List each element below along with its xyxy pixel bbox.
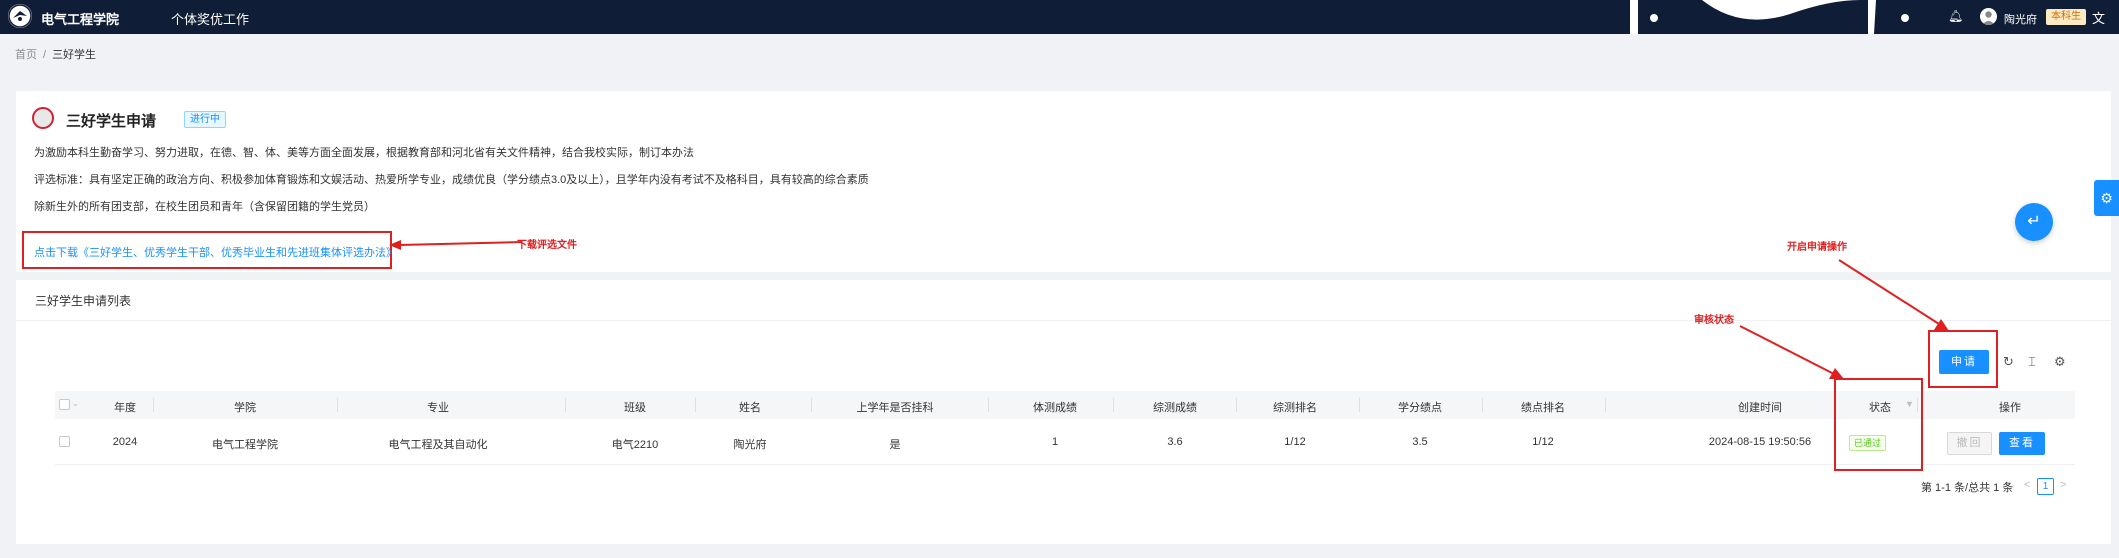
page-title: 三好学生申请 (66, 113, 157, 130)
column-header: 学院 (234, 402, 256, 414)
annotation-download: 下载评选文件 (517, 240, 577, 251)
view-button[interactable]: 查看 (1999, 432, 2045, 455)
prev-page-icon[interactable]: < (2024, 479, 2030, 491)
column-header: 学分绩点 (1398, 402, 1442, 414)
revoke-button[interactable]: 撤回 (1947, 432, 1992, 455)
cell-class: 电气2210 (611, 439, 659, 451)
column-header: 班级 (624, 402, 646, 414)
bell-icon[interactable]: 🔔︎ (1948, 9, 1963, 23)
annotation-arrow (1739, 325, 1844, 379)
status-badge: 进行中 (184, 111, 226, 128)
annotation-arrow (1838, 259, 1949, 331)
cell-created-time: 2024-08-15 19:50:56 (1708, 436, 1812, 448)
column-separator (565, 398, 566, 412)
description-criteria: 评选标准：具有坚定正确的政治方向、积极参加体育锻炼和文娱活动、热爱所学专业，成绩… (34, 174, 869, 186)
top-navbar: 电气工程学院 个体奖优工作 🔔︎ 陶光府 本科生 文 (0, 0, 2119, 34)
breadcrumb-home[interactable]: 首页 (15, 49, 37, 61)
column-separator (811, 398, 812, 412)
column-separator (1359, 398, 1360, 412)
column-separator (695, 398, 696, 412)
role-badge: 本科生 (2046, 9, 2086, 25)
cell-failed: 是 (889, 439, 901, 451)
download-document-link[interactable]: 点击下载《三好学生、优秀学生干部、优秀毕业生和先进班集体评选办法》 (34, 244, 397, 260)
column-separator (1605, 398, 1606, 412)
column-header: 上学年是否挂科 (856, 402, 934, 414)
cell-pe-score: 1 (1051, 436, 1059, 448)
brand-name: 电气工程学院 (41, 12, 120, 27)
description-scope: 除新生外的所有团支部，在校生团员和青年（含保留团籍的学生党员） (34, 201, 375, 213)
school-badge-icon (32, 107, 54, 129)
annotation-status: 审核状态 (1694, 315, 1734, 326)
settings-icon[interactable]: ⚙ (2094, 180, 2119, 216)
cell-comp-rank: 1/12 (1284, 436, 1306, 448)
column-height-icon[interactable]: ⌶ (2028, 354, 2036, 370)
column-separator (988, 398, 989, 412)
column-separator (1113, 398, 1114, 412)
breadcrumb-separator: / (43, 49, 47, 61)
column-header: 体测成绩 (1033, 402, 1077, 414)
column-header: 创建时间 (1738, 402, 1782, 414)
column-separator (1482, 398, 1483, 412)
select-all-checkbox[interactable] (59, 399, 70, 410)
divider (16, 320, 2111, 321)
breadcrumb-current: 三好学生 (52, 49, 97, 61)
column-header: 综测排名 (1273, 402, 1317, 414)
chevron-down-icon[interactable]: ⌄ (72, 399, 79, 408)
user-name[interactable]: 陶光府 (2004, 11, 2037, 27)
cell-gpa-rank: 1/12 (1532, 436, 1554, 448)
column-separator (337, 398, 338, 412)
header-decoration (1630, 0, 1930, 34)
refresh-icon[interactable]: ↻ (2003, 354, 2014, 370)
page-number[interactable]: 1 (2037, 478, 2054, 495)
cell-major: 电气工程及其自动化 (388, 439, 488, 451)
column-header: 绩点排名 (1521, 402, 1565, 414)
description-purpose: 为激励本科生勤奋学习、努力进取，在德、智、体、美等方面全面发展，根据教育部和河北… (34, 147, 694, 159)
column-header: 操作 (1999, 402, 2021, 414)
college-logo-icon (8, 4, 32, 28)
annotation-arrow (389, 240, 523, 250)
status-highlight-box (1834, 378, 1923, 471)
column-header: 综测成绩 (1153, 402, 1197, 414)
avatar[interactable] (1980, 8, 1997, 25)
column-separator (1236, 398, 1237, 412)
column-header: 专业 (427, 402, 449, 414)
column-header: 姓名 (739, 402, 761, 414)
next-page-icon[interactable]: > (2060, 479, 2066, 491)
float-action-icon[interactable]: ↵ (2015, 203, 2053, 241)
table-header: ⌄ 年度 学院 专业 班级 姓名 上学年是否挂科 体测成绩 综测成绩 综测排名 … (55, 391, 2075, 419)
pagination-summary: 第 1-1 条/总共 1 条 (1921, 482, 2014, 494)
row-checkbox[interactable] (59, 436, 70, 447)
apply-button[interactable]: 申请 (1939, 350, 1989, 374)
cell-comp-score: 3.6 (1167, 436, 1183, 448)
settings-icon[interactable]: ⚙ (2054, 354, 2066, 370)
table-row[interactable]: 2024 电气工程学院 电气工程及其自动化 电气2210 陶光府 是 1 3.6… (55, 419, 2075, 465)
breadcrumb: 首页 / 三好学生 (15, 46, 96, 62)
translate-icon[interactable]: 文 (2092, 8, 2105, 27)
column-header: 年度 (114, 402, 136, 414)
annotation-apply: 开启申请操作 (1787, 242, 1847, 253)
cell-college: 电气工程学院 (212, 439, 278, 451)
column-separator (153, 398, 154, 412)
cell-name: 陶光府 (733, 439, 767, 451)
list-title: 三好学生申请列表 (35, 294, 132, 308)
nav-menu-item[interactable]: 个体奖优工作 (171, 9, 249, 28)
cell-year: 2024 (112, 436, 138, 448)
cell-gpa: 3.5 (1412, 436, 1428, 448)
